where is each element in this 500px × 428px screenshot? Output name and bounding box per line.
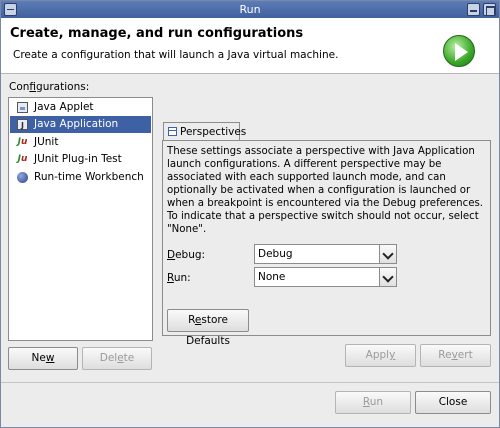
run-dialog: Run Create, manage, and run configuratio…: [0, 0, 500, 428]
java-application-icon: J: [17, 119, 28, 130]
junit-icon: Ju: [17, 137, 28, 147]
revert-button[interactable]: Revert: [420, 344, 491, 367]
close-button[interactable]: Close: [415, 391, 491, 414]
perspectives-description: These settings associate a perspective w…: [167, 146, 484, 235]
configurations-label: Configurations:: [9, 81, 90, 93]
new-button[interactable]: New: [8, 347, 78, 370]
run-button[interactable]: Run: [335, 391, 411, 414]
tree-item-java-applet[interactable]: Java Applet: [10, 99, 151, 116]
debug-select-value: Debug: [258, 248, 293, 260]
debug-perspective-select[interactable]: Debug: [254, 244, 397, 264]
run-select-value: None: [258, 271, 286, 283]
window-title: Run: [239, 3, 261, 16]
run-perspective-select[interactable]: None: [254, 267, 397, 287]
delete-button[interactable]: Delete: [82, 347, 152, 370]
tree-item-junit-plugin-test[interactable]: Ju JUnit Plug-in Test: [10, 151, 151, 168]
run-banner-icon: [443, 35, 475, 67]
tree-item-java-application[interactable]: J Java Application: [10, 116, 151, 133]
run-label: Run:: [167, 272, 191, 284]
workbench-icon: [17, 172, 28, 183]
configurations-tree[interactable]: Java Applet J Java Application Ju JUnit …: [8, 97, 153, 341]
chevron-down-icon[interactable]: [379, 268, 396, 286]
window-menu-icon[interactable]: [4, 3, 17, 16]
maximize-icon[interactable]: [483, 3, 496, 16]
java-applet-icon: [17, 102, 28, 113]
debug-label: Debug:: [167, 249, 206, 261]
title-bar[interactable]: Run: [1, 1, 499, 18]
header-title: Create, manage, and run configurations: [10, 26, 304, 41]
footer-divider: [1, 382, 499, 383]
tab-perspectives[interactable]: Perspectives: [163, 122, 246, 141]
perspectives-panel: These settings associate a perspective w…: [162, 140, 491, 347]
perspective-icon: [168, 127, 177, 136]
chevron-down-icon[interactable]: [379, 245, 396, 263]
minimize-icon[interactable]: [467, 3, 480, 16]
dialog-header: Create, manage, and run configurations C…: [1, 18, 499, 74]
junit-plugin-icon: Ju: [17, 154, 28, 164]
restore-defaults-button[interactable]: Restore Defaults: [167, 309, 249, 347]
header-description: Create a configuration that will launch …: [13, 49, 339, 61]
tree-item-junit[interactable]: Ju JUnit: [10, 134, 151, 151]
tree-item-runtime-workbench[interactable]: Run-time Workbench: [10, 169, 151, 186]
apply-button[interactable]: Apply: [345, 344, 416, 367]
